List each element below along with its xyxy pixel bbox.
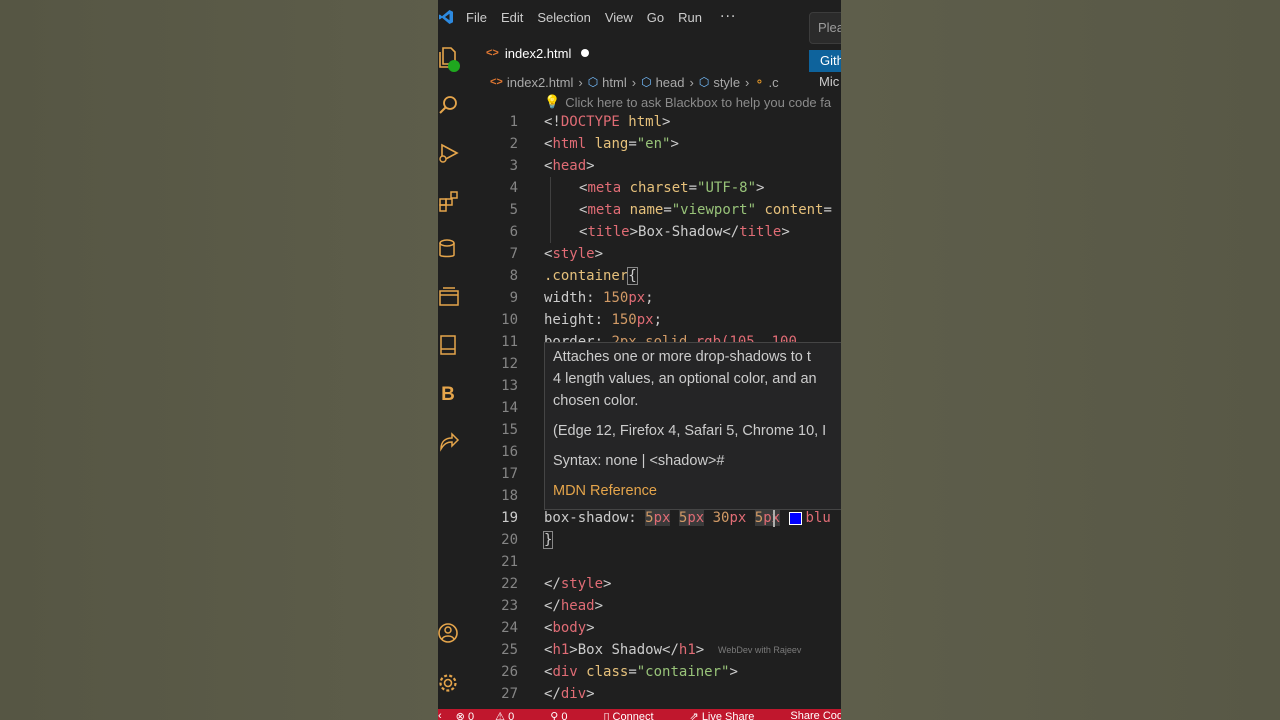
vscode-logo-icon (439, 10, 453, 24)
code-line: 20} (501, 531, 554, 549)
menu-file[interactable]: File (466, 10, 487, 25)
menu-go[interactable]: Go (647, 10, 664, 25)
breadcrumb-separator: › (578, 74, 583, 90)
mic-label: Mic (819, 74, 840, 89)
editor-tab-index2[interactable]: <> index2.html (472, 38, 602, 68)
code-line: 9 width: 150px; (509, 290, 654, 306)
breadcrumb-container[interactable]: ⚬ .c (754, 75, 778, 90)
code-line-active: 19 box-shadow: 5px 5px 30px 5px blu (501, 510, 831, 526)
unsaved-dot-icon[interactable] (581, 49, 590, 57)
menu-bar: File Edit Selection View Go Run ··· (438, 0, 841, 34)
live-share-button[interactable]: ⇗ Live Share (690, 710, 773, 720)
breadcrumb-head[interactable]: ⬡ head (641, 75, 684, 90)
menu-view[interactable]: View (605, 10, 633, 25)
tab-title: index2.html (504, 45, 572, 61)
github-button[interactable]: Gith (809, 50, 841, 72)
code-line: 1 <!DOCTYPE html> (509, 114, 671, 130)
explorer-badge (448, 60, 460, 72)
breadcrumb-separator: › (631, 74, 637, 90)
element-cube-icon: ⬡ (698, 75, 710, 89)
code-line: 10 height: 150px; (501, 312, 663, 328)
menu-selection[interactable]: Selection (537, 10, 590, 25)
element-cube-icon: ⬡ (587, 75, 599, 89)
breadcrumb: <> index2.html › ⬡ html › ⬡ head › ⬡ style ›… (490, 72, 779, 92)
text-cursor (773, 509, 775, 527)
menu-run[interactable]: Run (678, 10, 702, 25)
color-swatch-blue[interactable] (788, 511, 802, 525)
lightbulb-icon: 💡 (544, 94, 561, 109)
breadcrumb-style[interactable]: ⬡ style (699, 75, 740, 90)
code-line: 6 <title>Box-Shadow</title> (509, 224, 790, 240)
breadcrumb-separator: › (745, 74, 750, 90)
vscode-window: File Edit Selection View Go Run ··· Plea… (438, 0, 841, 720)
code-line: 27 </div> (501, 686, 595, 702)
menu-edit[interactable]: Edit (501, 10, 523, 25)
code-line: 7 <style> (509, 246, 604, 262)
menu-more-icon[interactable]: ··· (720, 9, 736, 25)
breadcrumb-file[interactable]: <> index2.html (490, 75, 573, 90)
video-letterbox-left (0, 0, 438, 720)
element-cube-icon: ⬡ (641, 75, 652, 89)
hover-description-line: Attaches one or more drop-shadows to t (553, 349, 811, 365)
code-line: 26 <div class="container"> (501, 664, 738, 680)
remote-indicator-icon[interactable]: ‹ (438, 710, 442, 720)
code-line: 24 <body> (501, 620, 595, 636)
mdn-reference-link[interactable]: MDN Reference (553, 483, 657, 499)
hover-syntax: Syntax: none | <shadow># (553, 453, 725, 469)
html-file-icon: <> (486, 47, 499, 59)
share-code-link-button[interactable]: Share Code Link (790, 710, 841, 720)
code-line: 23 </head> (501, 598, 604, 614)
breadcrumb-html[interactable]: ⬡ html (588, 75, 627, 90)
code-line: 4 <meta charset="UTF-8"> (509, 180, 765, 196)
connect-button[interactable]: ▯ Connect (603, 710, 671, 720)
css-rule-icon: ⚬ (754, 75, 765, 89)
code-line: 3 <head> (509, 158, 595, 174)
code-line: 2 <html lang="en"> (509, 136, 679, 152)
hover-browser-compat: (Edge 12, Firefox 4, Safari 5, Chrome 10… (553, 423, 827, 439)
problems-indicator[interactable]: ⊗ 0 ⚠ 0 (456, 710, 533, 720)
status-bar: ‹ ⊗ 0 ⚠ 0 ⚲ 0 ▯ Connect ⇗ Live Share Sha… (438, 709, 841, 720)
blackbox-hint[interactable]: 💡 Click here to ask Blackbox to help you … (544, 94, 831, 110)
code-line: 21 (501, 554, 518, 570)
hover-description-line: chosen color. (553, 393, 639, 409)
hover-description-line: 4 length values, an optional color, and … (553, 371, 817, 387)
css-hover-tooltip: Attaches one or more drop-shadows to t 4… (544, 342, 841, 510)
html-file-icon: <> (490, 76, 503, 88)
video-letterbox-right (841, 0, 1280, 720)
breadcrumb-separator: › (689, 74, 694, 90)
command-center-search[interactable]: Plea (809, 12, 841, 44)
code-line: 5 <meta name="viewport" content= (509, 202, 832, 218)
code-line: 22 </style> (501, 576, 612, 592)
watermark: WebDev with Rajeev (718, 645, 802, 655)
code-line: 8 .container{ (509, 267, 638, 285)
ports-indicator[interactable]: ⚲ 0 (550, 710, 585, 720)
